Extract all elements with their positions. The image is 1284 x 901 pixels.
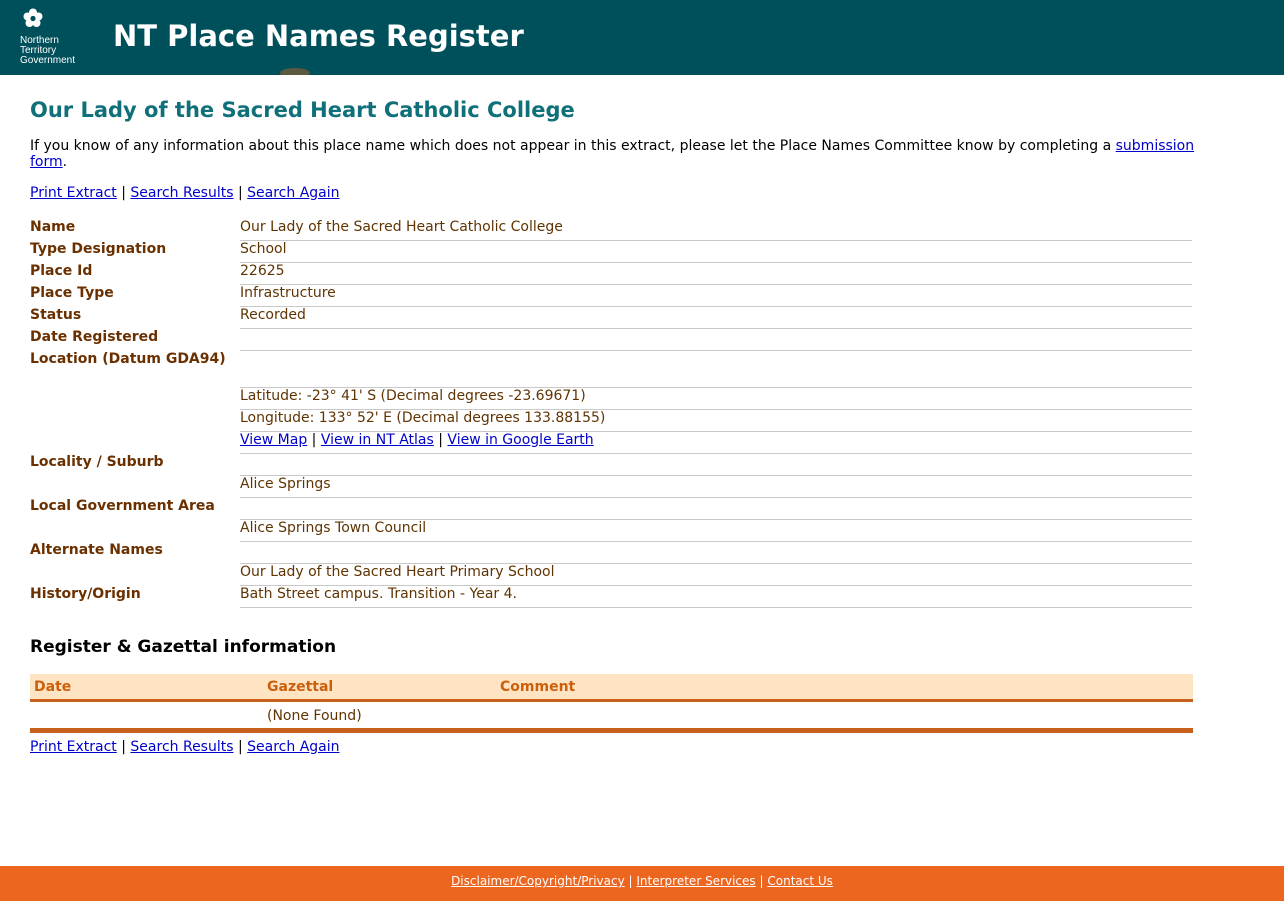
alternate-names-value: Our Lady of the Sacred Heart Primary Sch…	[240, 563, 1192, 586]
table-row: Type Designation School	[30, 240, 1192, 263]
link-separator: |	[759, 874, 764, 888]
latitude-value: Latitude: -23° 41' S (Decimal degrees -2…	[240, 387, 1192, 410]
link-separator: |	[628, 874, 633, 888]
place-details-table: Name Our Lady of the Sacred Heart Cathol…	[30, 219, 1192, 608]
bottom-nav-links: Print Extract | Search Results | Search …	[30, 739, 1230, 755]
status-value: Recorded	[240, 306, 1192, 329]
site-title: NT Place Names Register	[113, 19, 524, 53]
gazettal-section-title: Register & Gazettal information	[30, 637, 337, 657]
column-header-date: Date	[30, 674, 263, 702]
place-id-label: Place Id	[30, 262, 93, 279]
table-row: Alternate Names	[30, 541, 1192, 564]
status-label: Status	[30, 306, 82, 323]
lga-label: Local Government Area	[30, 497, 215, 514]
date-registered-value	[240, 328, 1192, 351]
search-again-link[interactable]: Search Again	[247, 185, 339, 201]
map-links: View Map | View in NT Atlas | View in Go…	[240, 431, 1192, 454]
longitude-value: Longitude: 133° 52' E (Decimal degrees 1…	[240, 409, 1192, 432]
print-extract-link[interactable]: Print Extract	[30, 185, 117, 201]
type-designation-value: School	[240, 240, 1192, 263]
table-row: Alice Springs	[30, 475, 1192, 498]
search-again-link[interactable]: Search Again	[247, 739, 339, 755]
main-content: Our Lady of the Sacred Heart Catholic Co…	[30, 96, 1230, 755]
interpreter-services-link[interactable]: Interpreter Services	[636, 874, 755, 888]
link-separator: |	[237, 185, 243, 201]
location-value	[240, 350, 1192, 388]
place-type-value: Infrastructure	[240, 284, 1192, 307]
locality-label: Locality / Suburb	[30, 453, 164, 470]
site-header: Northern Territory Government NT Place N…	[0, 0, 1284, 75]
link-separator: |	[237, 739, 243, 755]
top-nav-links: Print Extract | Search Results | Search …	[30, 185, 1230, 201]
table-row: Date Registered	[30, 328, 1192, 351]
lga-value: Alice Springs Town Council	[240, 519, 1192, 542]
gazettal-table: Date Gazettal Comment (None Found)	[30, 674, 1193, 733]
table-row: Status Recorded	[30, 306, 1192, 329]
table-row: Longitude: 133° 52' E (Decimal degrees 1…	[30, 409, 1192, 432]
place-type-label: Place Type	[30, 284, 114, 301]
view-map-link[interactable]: View Map	[240, 432, 307, 448]
place-id-value: 22625	[240, 262, 1192, 285]
page-title: Our Lady of the Sacred Heart Catholic Co…	[30, 98, 575, 122]
column-header-gazettal: Gazettal	[263, 674, 496, 702]
table-row: Latitude: -23° 41' S (Decimal degrees -2…	[30, 387, 1192, 410]
table-row: History/Origin Bath Street campus. Trans…	[30, 585, 1192, 608]
intro-text: If you know of any information about thi…	[30, 138, 1195, 170]
link-separator: |	[311, 432, 317, 448]
view-google-earth-link[interactable]: View in Google Earth	[447, 432, 593, 448]
view-nt-atlas-link[interactable]: View in NT Atlas	[321, 432, 434, 448]
search-results-link[interactable]: Search Results	[130, 185, 233, 201]
location-label: Location (Datum GDA94)	[30, 350, 226, 367]
link-separator: |	[121, 739, 126, 755]
history-origin-value: Bath Street campus. Transition - Year 4.	[240, 585, 1192, 608]
site-footer: Disclaimer/Copyright/Privacy | Interpret…	[0, 866, 1284, 901]
search-results-link[interactable]: Search Results	[130, 739, 233, 755]
alternate-names-label: Alternate Names	[30, 541, 163, 558]
date-registered-label: Date Registered	[30, 328, 159, 345]
table-row: Local Government Area	[30, 497, 1192, 520]
type-designation-label: Type Designation	[30, 240, 167, 257]
print-extract-link[interactable]: Print Extract	[30, 739, 117, 755]
header-decoration	[280, 68, 310, 75]
link-separator: |	[121, 185, 126, 201]
name-value: Our Lady of the Sacred Heart Catholic Co…	[240, 219, 1192, 241]
table-row: Name Our Lady of the Sacred Heart Cathol…	[30, 219, 1192, 241]
none-found-text: (None Found)	[263, 700, 496, 733]
history-origin-label: History/Origin	[30, 585, 141, 602]
table-row: Place Type Infrastructure	[30, 284, 1192, 307]
logo-text: Northern Territory Government	[20, 35, 76, 66]
disclaimer-link[interactable]: Disclaimer/Copyright/Privacy	[451, 874, 625, 888]
name-label: Name	[30, 219, 76, 235]
table-row: Place Id 22625	[30, 262, 1192, 285]
column-header-comment: Comment	[496, 674, 1193, 702]
table-header-row: Date Gazettal Comment	[30, 674, 1193, 702]
table-row: Location (Datum GDA94)	[30, 350, 1192, 388]
table-row: Alice Springs Town Council	[30, 519, 1192, 542]
contact-us-link[interactable]: Contact Us	[767, 874, 833, 888]
table-row: View Map | View in NT Atlas | View in Go…	[30, 431, 1192, 454]
link-separator: |	[438, 432, 443, 448]
table-row: (None Found)	[30, 700, 1193, 733]
table-row: Locality / Suburb	[30, 453, 1192, 476]
locality-value: Alice Springs	[240, 475, 1192, 498]
table-row: Our Lady of the Sacred Heart Primary Sch…	[30, 563, 1192, 586]
